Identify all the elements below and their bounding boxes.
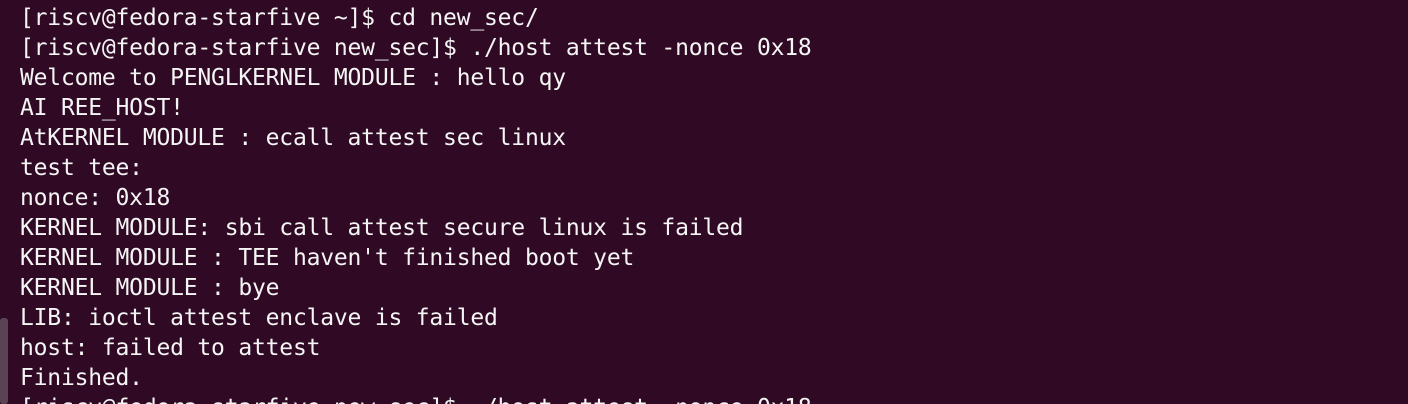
- terminal-scrollbar[interactable]: [0, 318, 8, 404]
- terminal-line-output: Welcome to PENGLKERNEL MODULE : hello qy: [20, 65, 566, 91]
- terminal-line-output: nonce: 0x18: [20, 185, 171, 211]
- terminal-line-output: KERNEL MODULE: sbi call attest secure li…: [20, 215, 744, 241]
- terminal-line-output: KERNEL MODULE : bye: [20, 275, 280, 301]
- terminal-line-output: Finished.: [20, 365, 143, 391]
- terminal-line-prompt-3: [riscv@fedora-starfive new_sec]$ ./host …: [20, 393, 1408, 404]
- terminal-line-prompt-2: [riscv@fedora-starfive new_sec]$ ./host …: [20, 35, 812, 61]
- terminal-line-prompt-1: [riscv@fedora-starfive ~]$ cd new_sec/: [20, 5, 539, 31]
- terminal-line-output: AI REE_HOST!: [20, 95, 184, 121]
- terminal-line-output: KERNEL MODULE : TEE haven't finished boo…: [20, 245, 635, 271]
- terminal-line-output: AtKERNEL MODULE : ecall attest sec linux: [20, 125, 566, 151]
- terminal-line-output: host: failed to attest: [20, 335, 321, 361]
- terminal-line-output: LIB: ioctl attest enclave is failed: [20, 305, 498, 331]
- terminal-window[interactable]: [riscv@fedora-starfive ~]$ cd new_sec/ […: [0, 0, 1408, 404]
- terminal-line-output: test tee:: [20, 155, 143, 181]
